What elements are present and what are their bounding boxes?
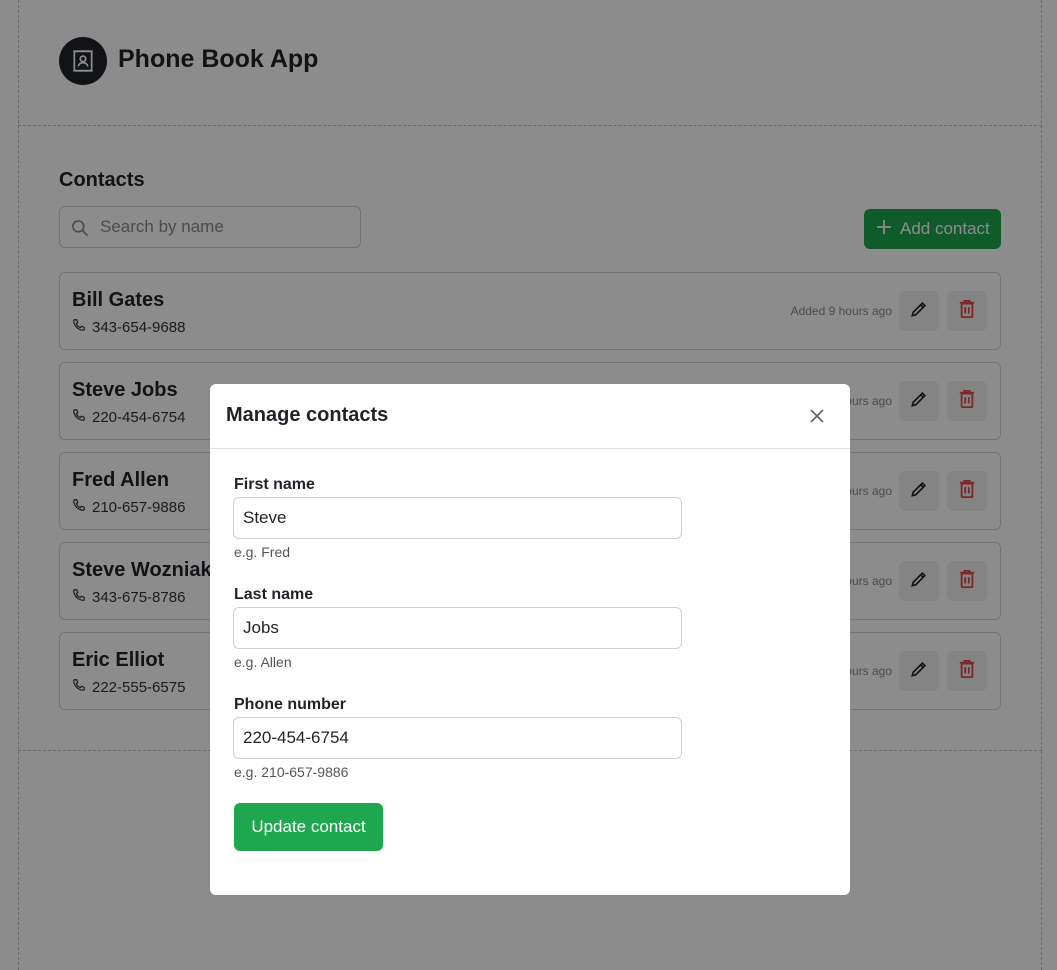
close-button[interactable]: [808, 407, 828, 427]
page: Phone Book App Contacts Add contact Bill…: [0, 0, 1057, 970]
update-contact-button[interactable]: Update contact: [234, 803, 383, 851]
first-name-label: First name: [234, 476, 315, 493]
modal-header: Manage contacts: [210, 384, 850, 449]
first-name-help: e.g. Fred: [234, 544, 291, 560]
last-name-help: e.g. Allen: [234, 654, 292, 670]
modal-title: Manage contacts: [226, 404, 389, 426]
phone-number-label: Phone number: [234, 696, 347, 713]
first-name-field[interactable]: [233, 497, 682, 539]
last-name-label: Last name: [234, 586, 314, 603]
phone-number-field[interactable]: [233, 717, 682, 759]
last-name-field[interactable]: [233, 607, 682, 649]
close-icon: [808, 409, 826, 429]
manage-contacts-modal: Manage contacts First name e.g. Fred Las…: [210, 384, 850, 895]
phone-number-help: e.g. 210-657-9886: [234, 764, 349, 780]
